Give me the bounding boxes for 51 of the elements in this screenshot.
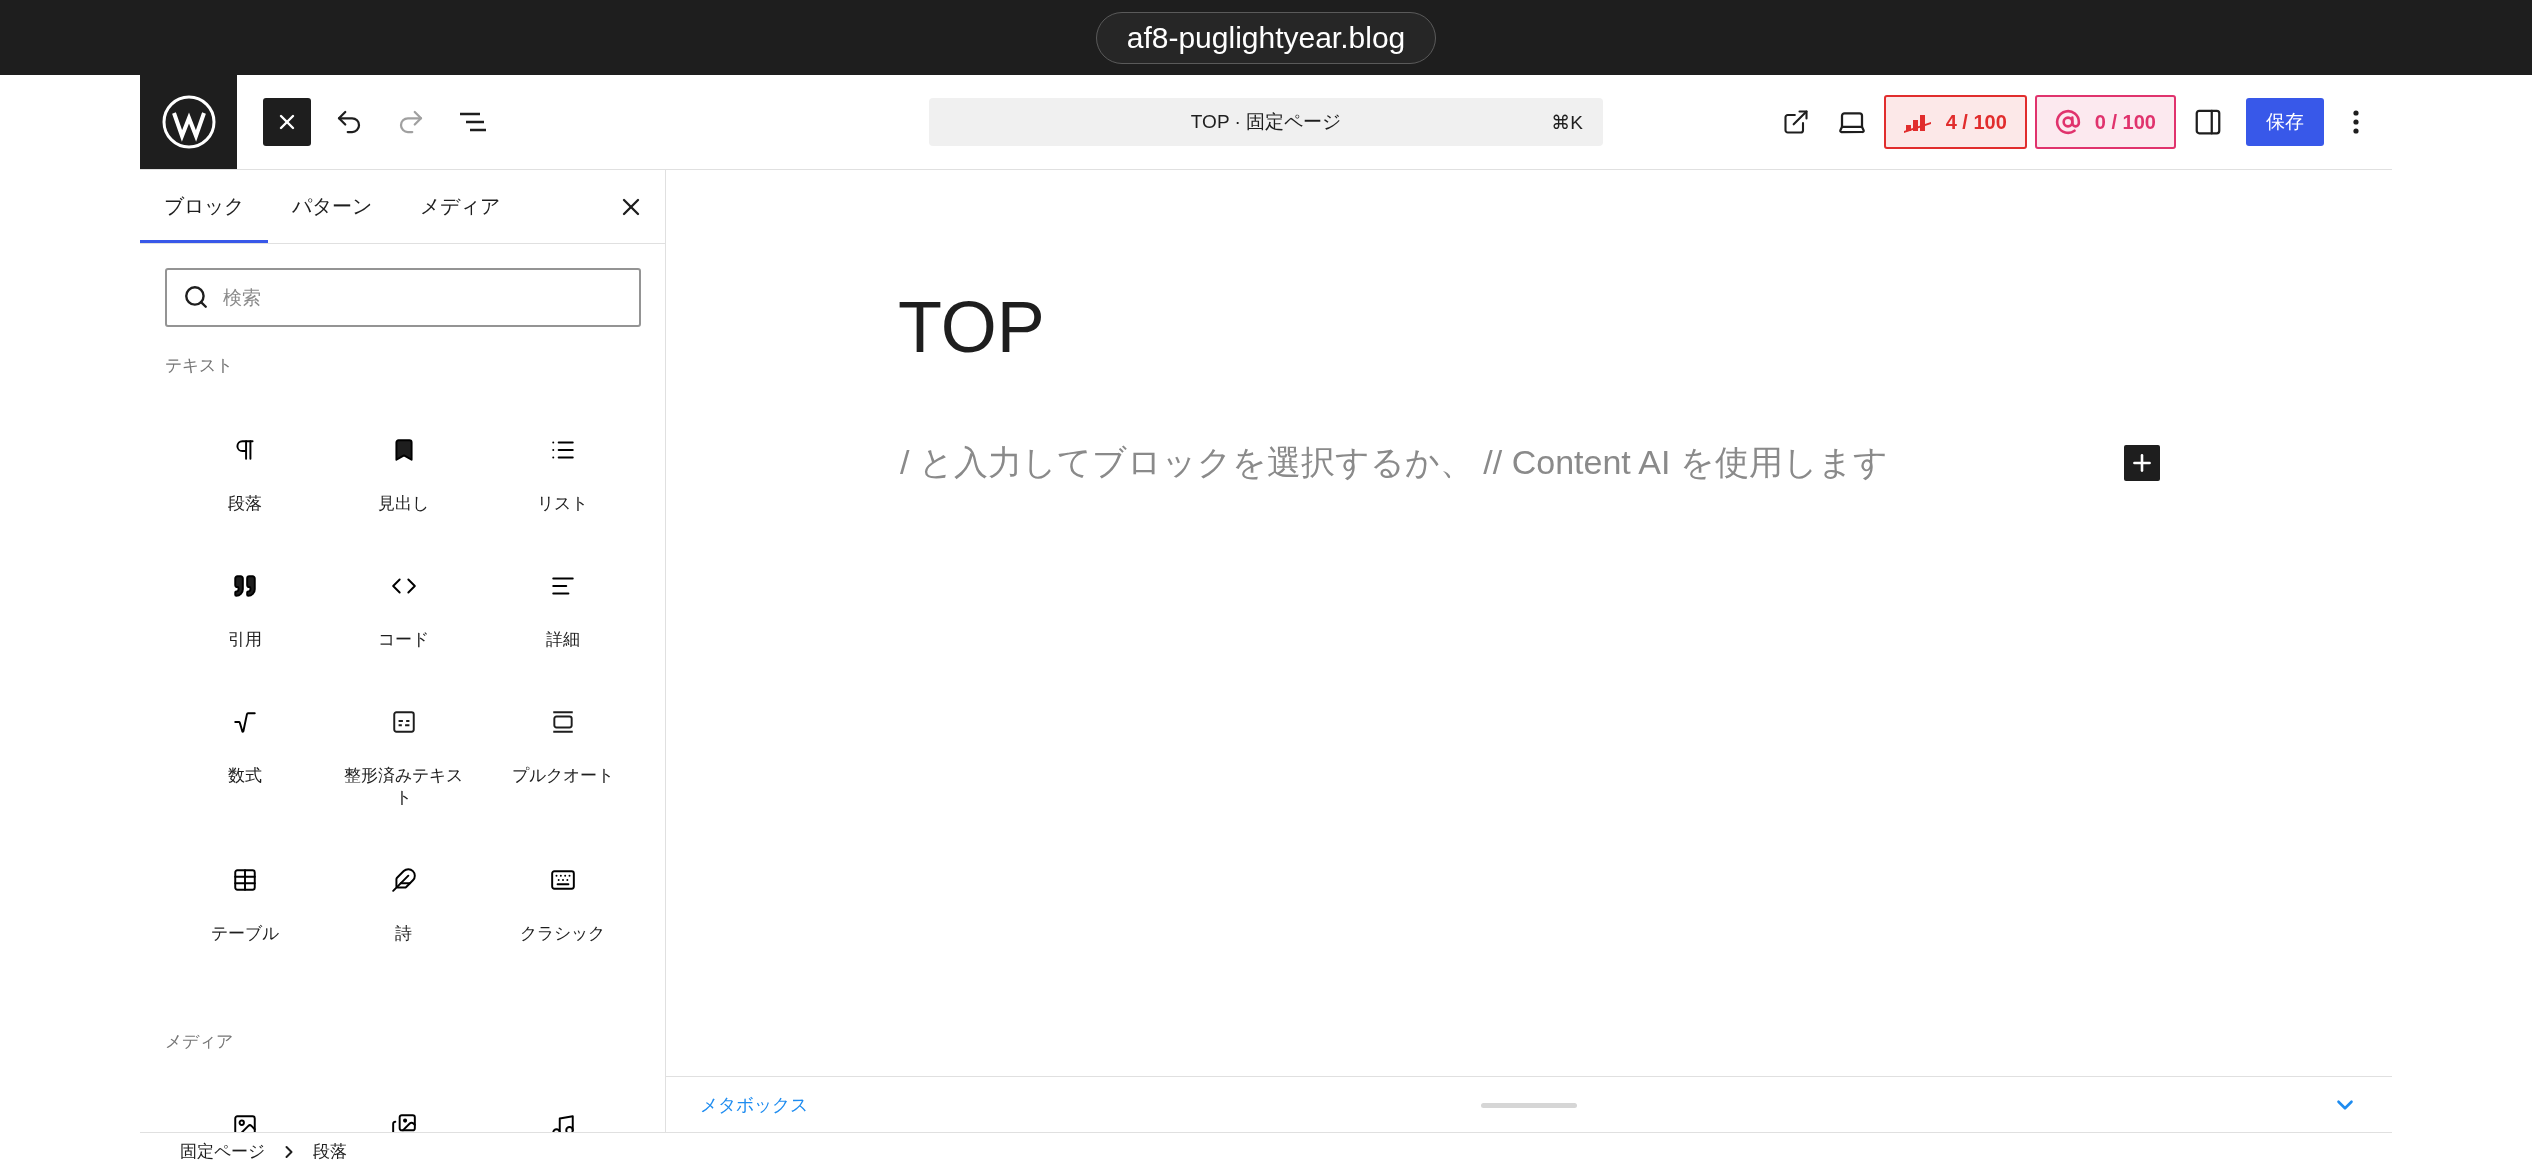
inserter-tab[interactable]: ブロック xyxy=(140,170,268,243)
resize-handle[interactable] xyxy=(1481,1103,1577,1108)
search-field[interactable]: 検索 xyxy=(165,268,641,327)
block-item[interactable]: コード xyxy=(324,573,483,709)
save-button[interactable]: 保存 xyxy=(2246,98,2324,146)
block-item[interactable]: テーブル xyxy=(165,867,324,1003)
block-item[interactable]: クラシック xyxy=(483,867,642,1003)
keyboard-icon xyxy=(549,867,576,893)
block-item[interactable]: 引用 xyxy=(165,573,324,709)
logo-icon xyxy=(161,95,216,149)
block-item[interactable]: 詩 xyxy=(324,867,483,1003)
external-link-icon xyxy=(1781,108,1810,136)
breadcrumb-link[interactable]: 段落 xyxy=(313,1140,347,1163)
command-bar[interactable]: TOP · 固定ページ ⌘K xyxy=(929,98,1603,146)
inserter-tab[interactable]: メディア xyxy=(396,170,524,243)
block-item[interactable]: 段落 xyxy=(165,437,324,573)
section-heading: メディア xyxy=(165,1031,234,1053)
block-item[interactable]: 整形済みテキスト xyxy=(324,709,483,867)
score-badge[interactable]: 4 / 100 xyxy=(1883,95,2027,149)
block-item[interactable]: プルクオート xyxy=(483,709,642,867)
logo-tile[interactable] xyxy=(140,75,237,169)
section-heading: テキスト xyxy=(165,355,234,377)
at-sign-icon xyxy=(2054,109,2081,135)
url-bar[interactable]: af8-puglightyear.blog xyxy=(1095,11,1437,64)
score-text: 0 / 100 xyxy=(2094,110,2156,134)
block-item[interactable]: 数式 xyxy=(165,709,324,867)
feather-icon xyxy=(390,867,417,893)
metabox-label: メタボックス xyxy=(700,1093,808,1117)
quote-icon xyxy=(231,573,258,599)
sidebar-icon xyxy=(2193,107,2223,137)
add-block-button[interactable] xyxy=(2124,444,2160,481)
music-note-icon xyxy=(549,1113,576,1132)
images-icon xyxy=(390,1113,417,1132)
score-text: 4 / 100 xyxy=(1945,110,2007,134)
close-button[interactable] xyxy=(263,98,311,146)
page-title[interactable]: TOP xyxy=(898,282,2160,372)
shortcut-label: ⌘K xyxy=(1551,110,1583,134)
search-icon xyxy=(183,284,209,310)
block-item[interactable]: リスト xyxy=(483,437,642,573)
block-item[interactable]: 見出し xyxy=(324,437,483,573)
square-root-icon xyxy=(231,709,258,735)
more-icon xyxy=(2353,110,2359,134)
score-badge[interactable]: 0 / 100 xyxy=(2034,95,2176,149)
list-view-icon xyxy=(458,110,488,134)
table-icon xyxy=(231,867,258,893)
breadcrumb-link[interactable]: 固定ページ xyxy=(180,1140,265,1163)
block-item[interactable]: 詳細 xyxy=(483,573,642,709)
image-icon xyxy=(231,1113,258,1132)
text-frame-icon xyxy=(390,709,417,735)
inserter-tab[interactable]: パターン xyxy=(268,170,396,243)
paragraph-field[interactable]: / と入力してブロックを選択するか、 // Content AI を使用します xyxy=(898,442,2124,483)
